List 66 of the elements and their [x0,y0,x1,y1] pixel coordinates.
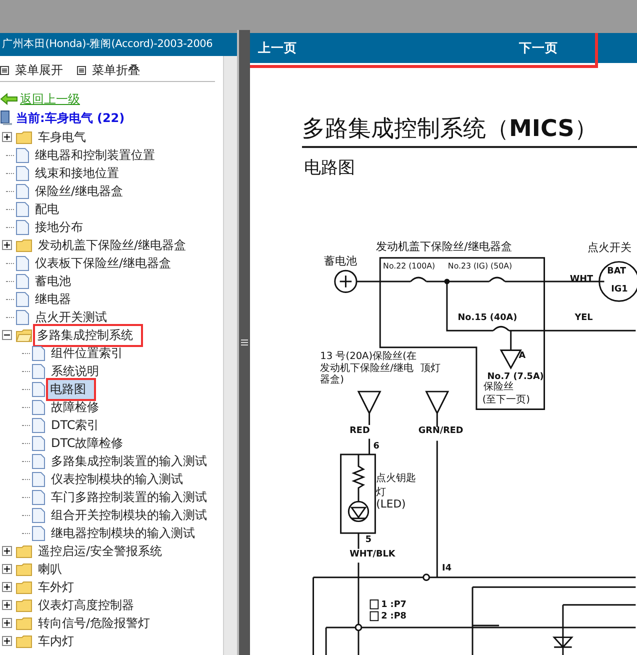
tree-item[interactable]: 蓄电池 [33,272,73,290]
tree-item[interactable]: 系统说明 [49,362,101,380]
tree-item[interactable]: 接地分布 [33,218,85,236]
document-subtitle: 电路图 [304,157,356,179]
next-page-link[interactable]: 下一页 [519,40,558,56]
diagram-label: 5 [365,534,372,545]
tree-item[interactable]: 喇叭 [36,560,64,578]
tree-item[interactable]: 继电器和控制装置位置 [33,146,157,164]
diagram-label: WHT/BLK [350,550,396,560]
tree-item[interactable]: 多路集成控制装置的输入测试 [49,452,209,470]
diagram-label: RED [350,426,370,436]
diagram-label: I4 [442,563,452,574]
tree-item[interactable]: 车门多路控制装置的输入测试 [49,488,209,506]
diagram-label: No.15 (40A) [458,312,518,323]
diagram-label: (至下一页) [482,394,530,406]
diagram-label: 13 号(20A)保险丝(在 [320,351,416,362]
menu-button[interactable]: 菜单折叠 [77,62,140,78]
diagram-label: 发动机下保险丝/继电 [320,362,414,374]
diagram-label: BAT [607,266,626,277]
tree-item[interactable]: 车身电气 [36,128,88,146]
diagram-label: IG1 [611,284,628,294]
tree-item[interactable]: 继电器控制模块的输入测试 [49,524,197,542]
tree-item[interactable]: 转向信号/危险报警灯 [36,614,152,632]
tree-item[interactable]: 组件位置索引 [49,344,125,362]
tree-item[interactable]: DTC故障检修 [49,434,126,452]
menu-button[interactable]: 菜单展开 [0,62,63,78]
tree-item[interactable]: 发动机盖下保险丝/继电器盒 [36,236,188,254]
tree-item[interactable]: 电路图 [46,378,96,400]
diagram-label: GRN/RED [418,426,464,436]
back-link[interactable]: 返回上一级 [20,90,80,108]
tree-item[interactable]: 继电器 [33,290,73,308]
diagram-label: 发动机盖下保险丝/继电器盒 [376,240,512,254]
tree-item[interactable]: 故障检修 [49,398,101,416]
tree-item[interactable]: 线束和接地位置 [33,164,121,182]
current-section: 当前:车身电气 (22) [16,110,125,126]
tree-item[interactable]: DTC索引 [49,416,102,434]
document-title: 多路集成控制系统（MICS） [302,113,637,148]
tree-item[interactable]: 仪表控制模块的输入测试 [49,470,185,488]
diagram-label: A [518,351,526,362]
tree-item[interactable]: 仪表灯高度控制器 [36,596,136,614]
tree-item[interactable]: 遥控启运/安全警报系统 [36,542,164,560]
diagram-label: 6 [373,442,380,452]
diagram-label: 器盒) [320,374,344,386]
diagram-label: No.23 (IG) (50A) [448,262,512,271]
tree-item[interactable]: 配电 [33,200,61,218]
tree-item[interactable]: 多路集成控制系统 [33,324,143,346]
diagram-label: 顶灯 [420,362,440,374]
sidebar-title: 广州本田(Honda)-雅阁(Accord)-2003-2006 [0,33,237,56]
tree-item[interactable]: 点火开关测试 [33,308,109,326]
diagram-label: 蓄电池 [324,254,358,268]
diagram-label: YEL [574,312,593,323]
diagram-label: 保险丝 [483,382,514,393]
prev-page-link[interactable]: 上一页 [258,40,297,56]
diagram-label: 点火开关 [588,241,632,254]
tree-item[interactable]: 仪表板下保险丝/继电器盒 [33,254,174,272]
tree-item[interactable]: 保险丝/继电器盒 [33,182,126,200]
diagram-label: No.22 (100A) [383,262,436,271]
tree-item[interactable]: 车外灯 [36,578,76,596]
tree-item[interactable]: 车内灯 [36,632,76,650]
diagram-label: (LED) [376,498,406,511]
diagram-label: 1 :P7 [381,600,406,610]
diagram-label: 点火钥匙 [376,473,416,484]
diagram-label: No.7 (7.5A) [487,372,544,382]
tree-item[interactable]: 组合开关控制模块的输入测试 [49,506,209,524]
diagram-label: 灯 [376,486,386,498]
diagram-label: 2 :P8 [381,612,406,622]
